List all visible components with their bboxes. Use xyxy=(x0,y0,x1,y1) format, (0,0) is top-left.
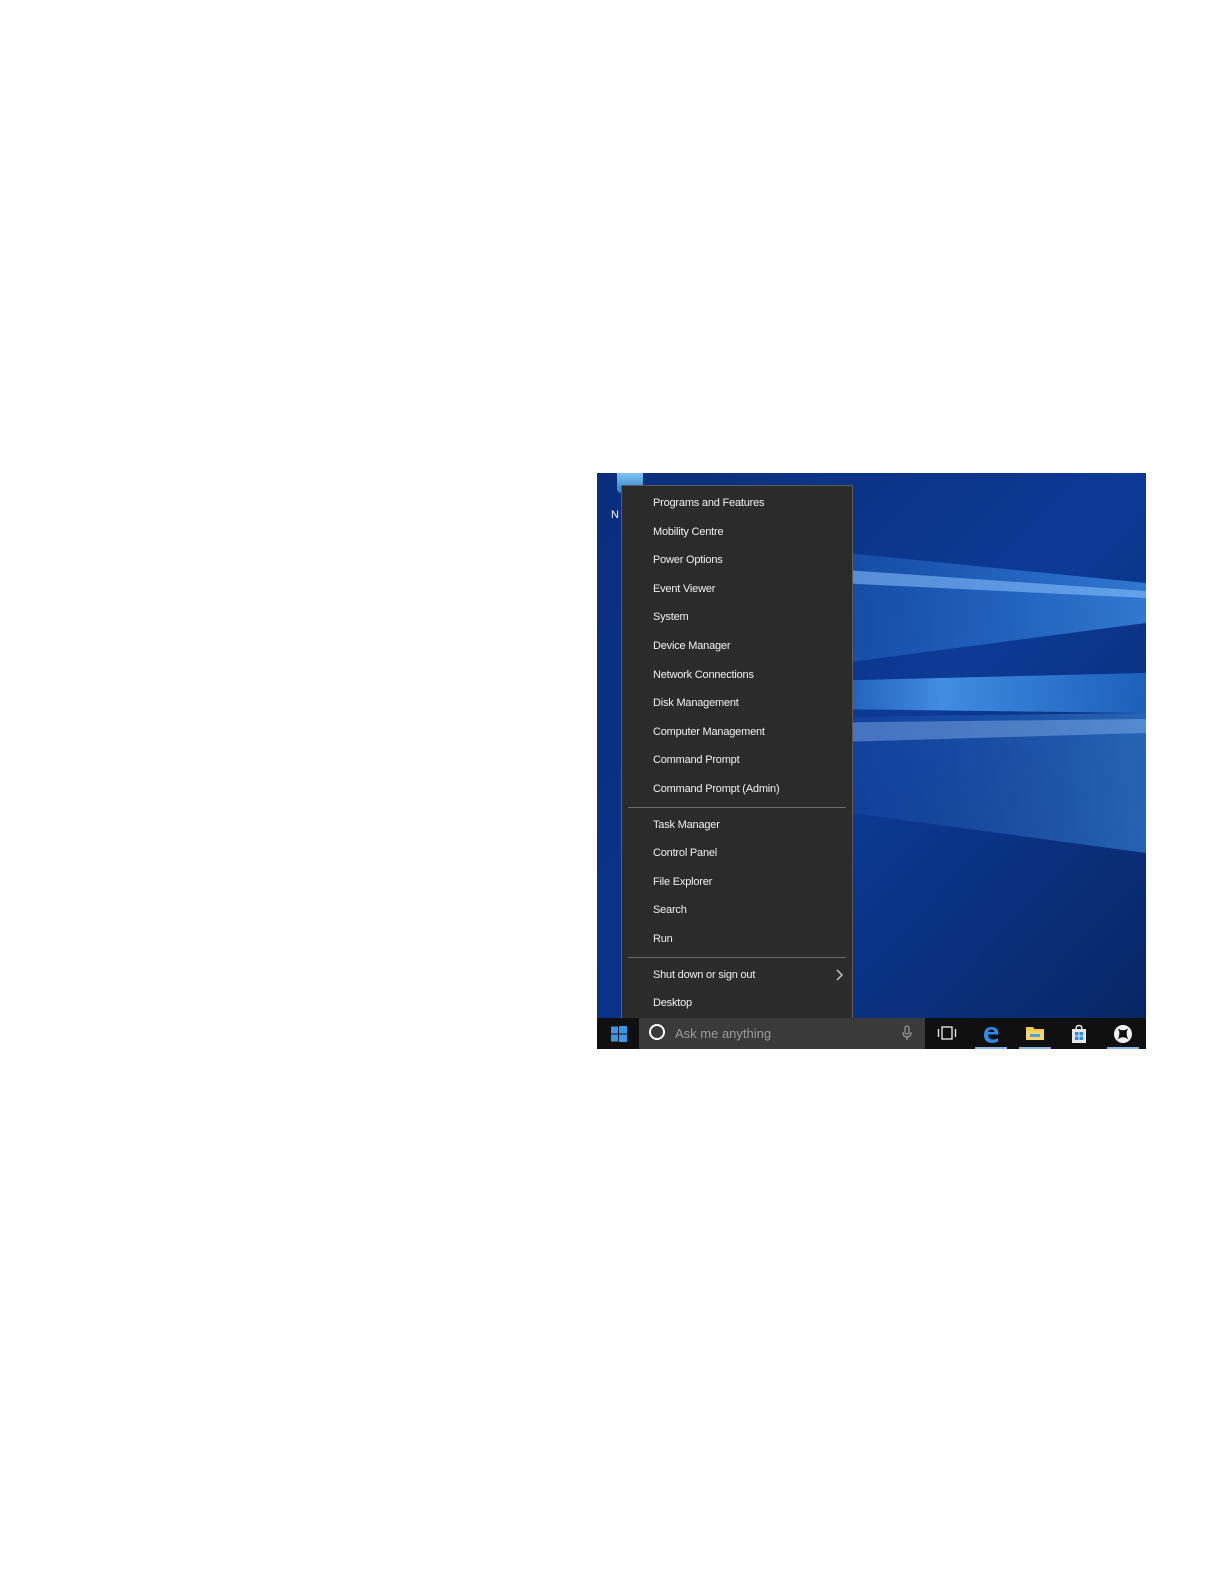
menu-item-command-prompt[interactable]: Command Prompt xyxy=(622,746,852,775)
search-placeholder: Ask me anything xyxy=(675,1026,772,1041)
menu-item-command-prompt-admin[interactable]: Command Prompt (Admin) xyxy=(622,775,852,804)
menu-item-control-panel[interactable]: Control Panel xyxy=(622,839,852,868)
active-indicator xyxy=(1019,1047,1051,1049)
menu-item-file-explorer[interactable]: File Explorer xyxy=(622,868,852,897)
taskbar-xbox-button[interactable] xyxy=(1103,1018,1143,1049)
menu-item-computer-management[interactable]: Computer Management xyxy=(622,718,852,747)
menu-item-mobility-centre[interactable]: Mobility Centre xyxy=(622,518,852,547)
menu-item-system[interactable]: System xyxy=(622,603,852,632)
taskbar-file-explorer-button[interactable] xyxy=(1015,1018,1055,1049)
windows-logo-icon xyxy=(611,1026,627,1042)
active-indicator xyxy=(1107,1047,1139,1049)
desktop-shortcut-label: N xyxy=(611,509,619,521)
menu-item-run[interactable]: Run xyxy=(622,925,852,954)
power-user-menu: Programs and Features Mobility Centre Po… xyxy=(621,485,853,1020)
menu-item-event-viewer[interactable]: Event Viewer xyxy=(622,575,852,604)
menu-item-network-connections[interactable]: Network Connections xyxy=(622,661,852,690)
chevron-right-icon xyxy=(836,969,843,980)
search-input[interactable]: Ask me anything xyxy=(639,1018,925,1049)
menu-item-shut-down-or-sign-out[interactable]: Shut down or sign out xyxy=(622,961,852,990)
desktop-screenshot: N Programs and Features Mobility Centre … xyxy=(597,473,1146,1049)
edge-icon xyxy=(984,1027,999,1043)
microphone-icon[interactable] xyxy=(901,1025,913,1041)
taskbar-edge-button[interactable] xyxy=(971,1018,1011,1049)
menu-item-programs-and-features[interactable]: Programs and Features xyxy=(622,489,852,518)
menu-item-label: Shut down or sign out xyxy=(653,968,756,981)
store-icon xyxy=(1072,1024,1086,1043)
task-view-icon xyxy=(937,1026,957,1040)
menu-separator xyxy=(628,956,846,958)
cortana-circle-icon xyxy=(649,1024,665,1040)
taskbar-store-button[interactable] xyxy=(1059,1018,1099,1049)
task-view-button[interactable] xyxy=(927,1018,967,1049)
menu-item-disk-management[interactable]: Disk Management xyxy=(622,689,852,718)
menu-item-task-manager[interactable]: Task Manager xyxy=(622,811,852,840)
menu-item-search[interactable]: Search xyxy=(622,896,852,925)
menu-item-device-manager[interactable]: Device Manager xyxy=(622,632,852,661)
taskbar: Ask me anything xyxy=(597,1018,1146,1049)
menu-item-power-options[interactable]: Power Options xyxy=(622,546,852,575)
start-button[interactable] xyxy=(597,1018,639,1049)
menu-item-desktop[interactable]: Desktop xyxy=(622,989,852,1018)
menu-separator xyxy=(628,806,846,808)
file-explorer-icon xyxy=(1026,1027,1044,1040)
active-indicator xyxy=(975,1047,1007,1049)
xbox-icon xyxy=(1114,1025,1132,1043)
